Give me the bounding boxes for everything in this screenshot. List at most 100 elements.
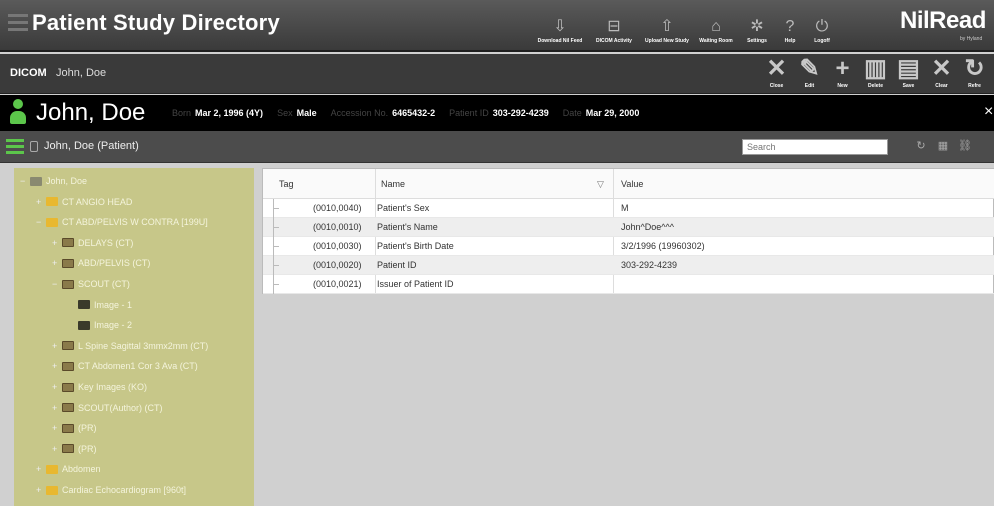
action-button[interactable]: ▥ Delete [859,54,892,94]
patient-field-key: Born [172,108,192,118]
table-cell-tag: (0010,0020) [313,260,362,270]
table-row[interactable]: (0010,0030) Patient's Birth Date 3/2/1996 … [263,237,994,256]
expand-toggle[interactable]: + [52,382,62,392]
action-button-label: Refre [968,83,981,89]
toolbar-button[interactable]: ⌂ Waiting Room [696,4,736,44]
patient-field-value: Mar 2, 1996 (4Y) [195,108,264,118]
toolbar-button[interactable]: ✲ Settings [742,4,772,44]
table-row[interactable]: (0010,0040) Patient's Sex M [263,199,994,218]
study-bar-buttons: ↻ ▦ ⛓ [910,139,976,152]
action-button[interactable]: ✕ Clear [925,54,958,94]
main-toolbar: ⇩ Download Nil Feed ⊟ DICOM Activity ⇧ Upload… [536,4,842,48]
tree-item[interactable]: + CT Abdomen1 Cor 3 Ava (CT) [52,359,198,373]
gear-icon: ✲ [750,18,764,35]
table-cell-tag: (0010,0021) [313,279,362,289]
tree-item[interactable]: + Abdomen [36,462,101,476]
tree-item-label: Image - 1 [94,299,133,310]
filter-icon[interactable]: ▽ [597,179,604,190]
tree-item-label: CT ANGIO HEAD [62,196,133,207]
column-header-value[interactable]: Value [621,179,643,189]
patient-field-key: Sex [277,108,293,118]
columns-icon[interactable]: ▦ [932,139,954,152]
app-title: Patient Study Directory [32,10,280,35]
tree-item-label: John, Doe [46,176,88,186]
tree-item-label: Image - 2 [94,320,133,331]
toolbar-button[interactable]: ⇩ Download Nil Feed [536,4,584,44]
table-row[interactable]: (0010,0010) Patient's Name John^Doe^^^ [263,218,994,237]
expand-toggle[interactable]: + [52,341,62,351]
expand-toggle[interactable]: + [52,361,62,371]
tree-item[interactable]: Image - 2 [68,318,132,332]
patient-banner: John, Doe Born Mar 2, 1996 (4Y) Sex Male Acc… [0,95,994,131]
expand-toggle[interactable]: + [52,258,62,268]
table-cell-value: John^Doe^^^ [621,222,674,232]
new-icon: + [835,55,850,82]
expand-toggle[interactable]: + [52,423,62,433]
tree-item-label: CT ABD/PELVIS W CONTRA [199U] [62,217,208,228]
action-button[interactable]: ▤ Save [892,54,925,94]
expand-toggle[interactable]: − [52,279,62,289]
expand-toggle[interactable]: + [52,403,62,413]
folder-icon [46,464,58,474]
action-button[interactable]: ↻ Refre [958,54,991,94]
expand-toggle[interactable]: + [52,238,62,248]
tree-item-label: (PR) [78,423,97,434]
expand-toggle[interactable]: + [36,485,46,495]
column-header-tag[interactable]: Tag [279,179,294,189]
tree-item[interactable]: − John, Doe [20,174,87,188]
table-cell-tag: (0010,0040) [313,203,362,213]
table-cell-tag: (0010,0010) [313,222,362,232]
tree-toggle-icon[interactable] [6,139,24,157]
series-icon [62,403,74,413]
expand-toggle[interactable]: + [52,444,62,454]
table-row[interactable]: (0010,0021) Issuer of Patient ID [263,275,994,294]
toolbar-button[interactable]: ⇧ Upload New Study [644,4,690,44]
folder-icon [46,485,58,495]
action-toolbar: ✕ Close ✎ Edit + New ▥ Delete ▤ Save ✕ Clear ↻ Refre [760,54,991,94]
tree-item[interactable]: + SCOUT(Author) (CT) [52,401,163,415]
tree-item[interactable]: + Key Images (KO) [52,380,147,394]
expand-toggle[interactable]: + [36,464,46,474]
toolbar-button[interactable]: ⏻ Logoff [808,4,836,44]
patient-icon [30,176,42,186]
action-button[interactable]: + New [826,54,859,94]
patient-field-value: Mar 29, 2000 [585,108,640,118]
folder-icon [46,197,58,207]
toolbar-button-label: Help [784,38,796,44]
tree-item[interactable]: Image - 1 [68,298,132,312]
tree-item[interactable]: − SCOUT (CT) [52,277,130,291]
study-title: John, Doe (Patient) [44,140,139,152]
tree-item[interactable]: + L Spine Sagittal 3mmx2mm (CT) [52,339,208,353]
tree-item[interactable]: + CT ANGIO HEAD [36,195,132,209]
toolbar-button[interactable]: ⊟ DICOM Activity [590,4,638,44]
table-row[interactable]: (0010,0020) Patient ID 303-292-4239 [263,256,994,275]
edit-icon: ✎ [799,55,820,82]
tree-item[interactable]: + Cardiac Echocardiogram [960t] [36,483,186,497]
tree-item[interactable]: + ABD/PELVIS (CT) [52,256,150,270]
refresh-icon[interactable]: ↻ [910,139,932,152]
toolbar-button-label: Settings [747,38,767,44]
tree-item[interactable]: + DELAYS (CT) [52,236,133,250]
table-cell-value: M [621,203,629,213]
tree-item[interactable]: + (PR) [52,442,97,456]
action-button-label: Close [769,83,784,89]
waiting-room-icon: ⌂ [711,18,721,35]
menu-icon[interactable] [8,14,28,34]
table-cell-name: Patient's Name [377,222,438,232]
patient-name: John, Doe [36,99,146,126]
tree-item[interactable]: − CT ABD/PELVIS W CONTRA [199U] [36,215,208,229]
action-button[interactable]: ✎ Edit [793,54,826,94]
tree-item[interactable]: + (PR) [52,421,97,435]
series-icon [62,444,74,454]
expand-toggle[interactable]: − [36,217,46,227]
expand-toggle[interactable]: + [36,197,46,207]
close-banner-icon[interactable]: × [984,103,993,121]
expand-toggle[interactable]: − [20,176,30,186]
link-icon[interactable]: ⛓ [954,139,976,152]
toolbar-button-label: Logoff [814,38,830,44]
search-input[interactable] [742,139,888,155]
patient-field-value: Male [296,108,317,118]
toolbar-button[interactable]: ? Help [778,4,802,44]
column-header-name[interactable]: Name [381,179,405,189]
action-button[interactable]: ✕ Close [760,54,793,94]
